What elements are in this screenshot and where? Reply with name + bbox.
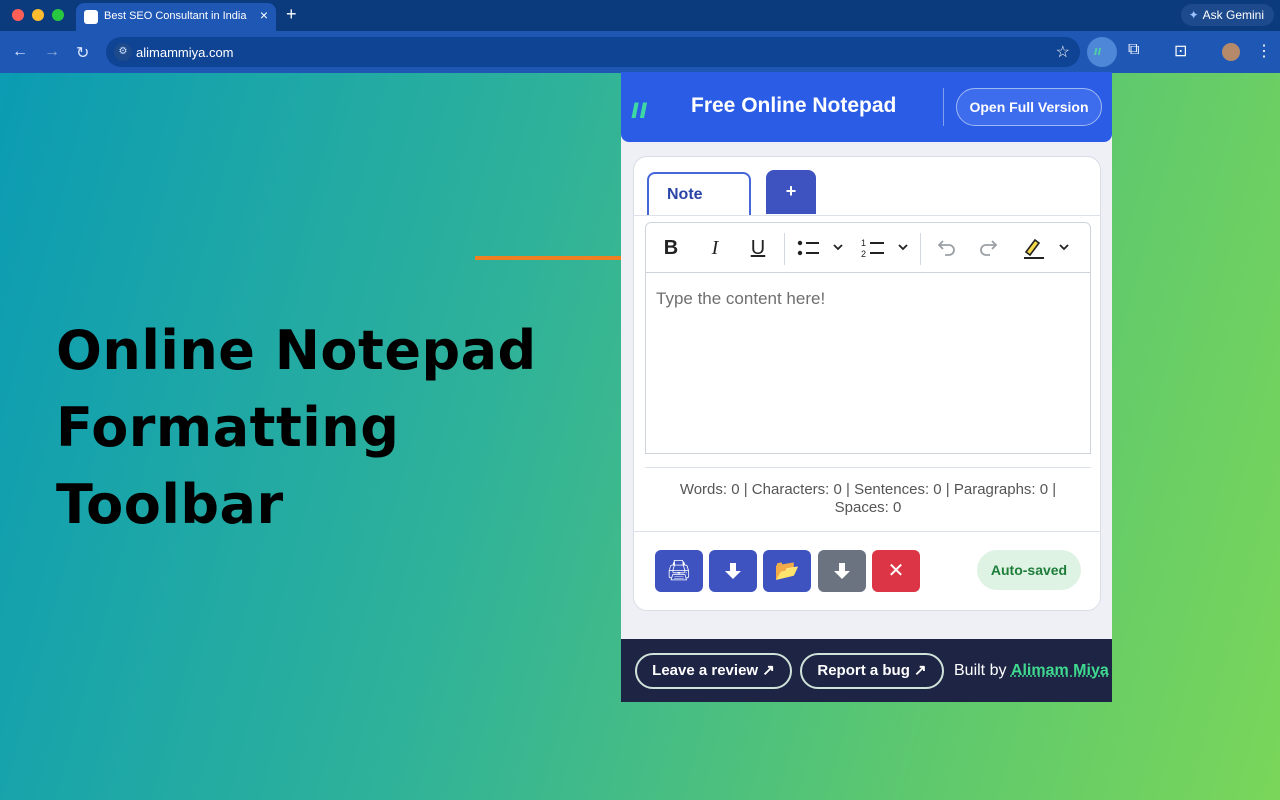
stats-line-2: Spaces: 0 bbox=[834, 499, 902, 516]
tab-search-icon[interactable]: ⊡ bbox=[1174, 41, 1187, 61]
open-full-version-button[interactable]: Open Full Version bbox=[956, 88, 1102, 126]
popup-header: ıı Free Online Notepad Open Full Version bbox=[621, 72, 1112, 142]
bullet-list-chevron-down-icon[interactable] bbox=[833, 237, 843, 259]
download-arrow-icon bbox=[725, 563, 741, 579]
new-tab-button[interactable]: + bbox=[286, 4, 297, 25]
stats-divider bbox=[645, 467, 1091, 468]
add-tab-button[interactable]: + bbox=[766, 170, 816, 214]
headline-line-2: Formatting Toolbar bbox=[56, 396, 400, 536]
extensions-puzzle-icon[interactable]: ⧉ bbox=[1128, 41, 1139, 59]
author-link[interactable]: Alimam Miya bbox=[1011, 662, 1109, 679]
printer-icon: 🖨 bbox=[666, 560, 692, 582]
ask-gemini-label: Ask Gemini bbox=[1202, 8, 1264, 22]
tab-title: Best SEO Consultant in India bbox=[104, 10, 247, 22]
reload-icon[interactable]: ↻ bbox=[76, 43, 89, 63]
print-button[interactable]: 🖨 bbox=[655, 550, 703, 592]
notepad-extension-icon: ıı bbox=[1094, 43, 1102, 58]
auto-saved-badge: Auto-saved bbox=[977, 550, 1081, 590]
formatting-toolbar: B I U 1 2 bbox=[645, 222, 1091, 273]
toolbar-divider bbox=[784, 233, 785, 265]
report-bug-button[interactable]: Report a bug ↗ bbox=[800, 653, 944, 689]
highlighter-icon[interactable] bbox=[1020, 235, 1046, 261]
text-statistics: Words: 0 | Characters: 0 | Sentences: 0 … bbox=[656, 481, 1080, 517]
headline: Online Notepad Formatting Toolbar bbox=[56, 312, 616, 543]
close-x-icon: ✕ bbox=[887, 560, 905, 582]
bookmark-star-icon[interactable]: ☆ bbox=[1056, 42, 1070, 62]
underline-button[interactable]: U bbox=[747, 235, 769, 261]
notepad-card: Note + B I U 1 2 Type the content here! … bbox=[633, 156, 1101, 611]
header-divider bbox=[943, 88, 944, 126]
highlighter-chevron-down-icon[interactable] bbox=[1059, 237, 1069, 259]
notepad-logo-icon: ıı bbox=[631, 92, 648, 125]
svg-text:2: 2 bbox=[861, 249, 866, 259]
open-file-button[interactable]: 📂 bbox=[763, 550, 811, 592]
redo-icon[interactable] bbox=[977, 235, 1001, 261]
browser-tab[interactable]: Best SEO Consultant in India × bbox=[76, 3, 276, 31]
browser-tab-bar: Best SEO Consultant in India × + ✦ Ask Ge… bbox=[0, 0, 1280, 31]
minimize-window-button[interactable] bbox=[32, 9, 44, 21]
site-favicon-icon bbox=[84, 10, 98, 24]
toolbar-divider bbox=[920, 233, 921, 265]
bold-button[interactable]: B bbox=[660, 235, 682, 261]
profile-avatar[interactable] bbox=[1222, 43, 1240, 61]
site-settings-icon[interactable]: ⚙ bbox=[114, 43, 132, 61]
headline-line-1: Online Notepad bbox=[56, 319, 537, 382]
tab-note[interactable]: Note bbox=[647, 172, 751, 216]
browser-menu-icon[interactable]: ⋮ bbox=[1256, 41, 1272, 61]
numbered-list-chevron-down-icon[interactable] bbox=[898, 237, 908, 259]
built-by-label: Built by bbox=[954, 662, 1007, 679]
download-button[interactable] bbox=[709, 550, 757, 592]
folder-icon: 📂 bbox=[774, 560, 800, 582]
close-window-button[interactable] bbox=[12, 9, 24, 21]
forward-arrow-icon[interactable]: → bbox=[44, 43, 60, 61]
close-tab-icon[interactable]: × bbox=[260, 7, 268, 23]
clear-button[interactable]: ✕ bbox=[872, 550, 920, 592]
italic-button[interactable]: I bbox=[704, 235, 726, 261]
gemini-sparkle-icon: ✦ bbox=[1188, 8, 1199, 22]
address-bar[interactable]: ⚙ alimammiya.com ☆ bbox=[106, 37, 1080, 67]
svg-text:1: 1 bbox=[861, 238, 866, 248]
url-text: alimammiya.com bbox=[136, 45, 234, 60]
built-by-credit: Built by Alimam Miya bbox=[954, 662, 1109, 680]
ask-gemini-button[interactable]: ✦ Ask Gemini bbox=[1180, 4, 1274, 26]
note-editor[interactable]: Type the content here! bbox=[645, 273, 1091, 454]
undo-icon[interactable] bbox=[934, 235, 958, 261]
editor-placeholder: Type the content here! bbox=[656, 289, 826, 308]
popup-footer: Leave a review ↗ Report a bug ↗ Built by… bbox=[621, 639, 1112, 702]
browser-toolbar: ← → ↻ ⚙ alimammiya.com ☆ ıı ⧉ ⊡ ⋮ bbox=[0, 31, 1280, 73]
notepad-popup: ıı Free Online Notepad Open Full Version… bbox=[621, 72, 1112, 702]
maximize-window-button[interactable] bbox=[52, 9, 64, 21]
back-arrow-icon[interactable]: ← bbox=[12, 43, 28, 61]
leave-review-button[interactable]: Leave a review ↗ bbox=[635, 653, 792, 689]
actions-divider bbox=[634, 531, 1100, 532]
numbered-list-icon[interactable]: 1 2 bbox=[861, 235, 885, 261]
save-as-button[interactable] bbox=[818, 550, 866, 592]
stats-line-1: Words: 0 | Characters: 0 | Sentences: 0 … bbox=[679, 481, 1057, 498]
tab-divider bbox=[634, 215, 1100, 216]
download-arrow-icon bbox=[834, 563, 850, 579]
popup-title: Free Online Notepad bbox=[691, 94, 897, 117]
notepad-extension-button[interactable]: ıı bbox=[1087, 37, 1117, 67]
bullet-list-icon[interactable] bbox=[796, 235, 820, 261]
